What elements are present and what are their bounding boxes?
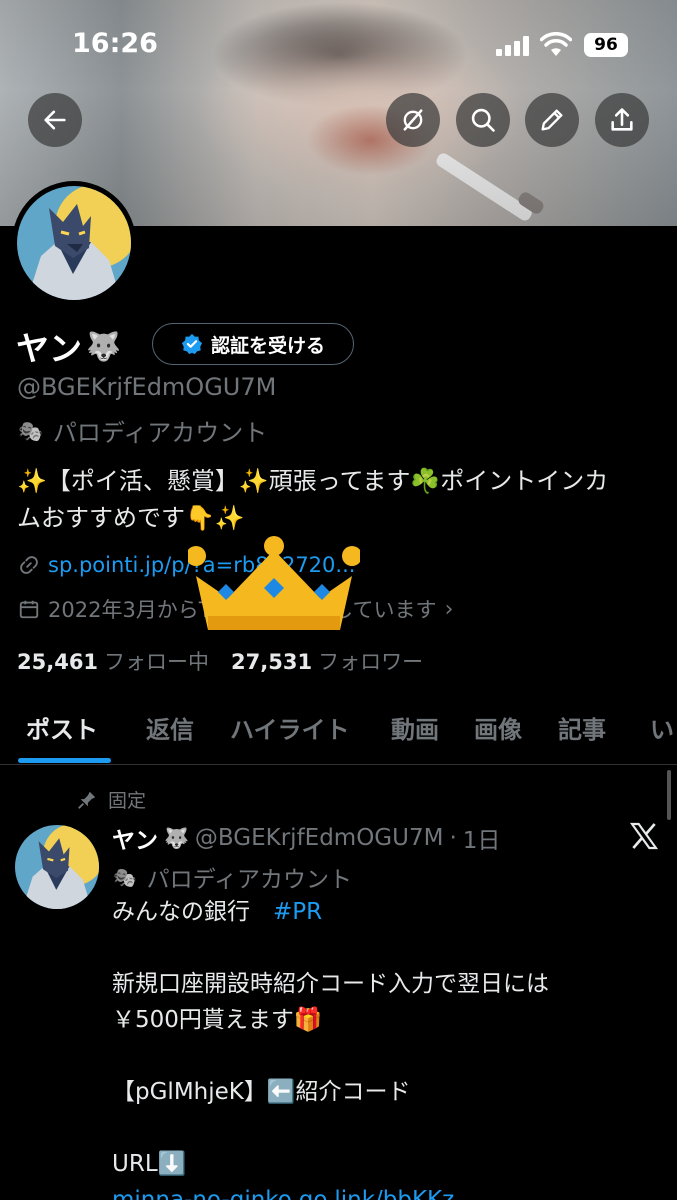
post-line-5: URL⬇️	[112, 1151, 187, 1177]
edit-button[interactable]	[525, 93, 579, 147]
crown-emoji-sticker	[188, 536, 360, 630]
tab-likes[interactable]: い	[650, 700, 674, 745]
search-button[interactable]	[456, 93, 510, 147]
profile-bio: ✨【ポイ活、懸賞】✨頑張ってます☘️ポイントインカ ムおすすめです👇✨	[17, 463, 667, 537]
post-parody-label: 🎭 パロディアカウント	[113, 860, 352, 894]
status-time: 16:26	[72, 28, 158, 59]
post-text: みんなの銀行 #PR 新規口座開設時紹介コード入力で翌日には ￥500円貰えます…	[112, 894, 667, 1200]
profile-name-text: ヤン	[16, 329, 82, 368]
tab-posts[interactable]: ポスト	[26, 700, 98, 745]
theater-masks-icon: 🎭	[18, 418, 43, 443]
arrow-left-icon	[44, 110, 66, 130]
active-tab-indicator	[18, 758, 111, 763]
parody-account-label: 🎭 パロディアカウント	[18, 413, 267, 448]
battery-indicator: 96	[584, 33, 628, 57]
tab-articles[interactable]: 記事	[558, 700, 606, 745]
parody-label-text: パロディアカウント	[52, 419, 268, 447]
pinned-indicator: 固定	[76, 786, 146, 813]
wolf-emoji: 🐺	[164, 826, 189, 850]
wolf-avatar-image	[15, 825, 99, 909]
pinned-label: 固定	[108, 790, 147, 812]
post-author-handle[interactable]: @BGEKrjfEdmOGU7M	[195, 825, 444, 851]
profile-tabs: ポスト 返信 ハイライト 動画 画像 記事 い	[0, 700, 677, 765]
calendar-icon	[19, 600, 39, 619]
post-line-2: 新規口座開設時紹介コード入力で翌日には	[112, 971, 549, 997]
post-header: ヤン 🐺 @BGEKrjfEdmOGU7M · 1日	[112, 821, 500, 855]
banner-cigarette	[434, 151, 535, 223]
followers-count: 27,531	[231, 650, 313, 674]
post-author-avatar[interactable]	[15, 825, 99, 909]
post-line-1: みんなの銀行 #PR	[112, 894, 667, 930]
cellular-signal-icon	[496, 36, 530, 56]
hashtag-link[interactable]: #PR	[273, 899, 322, 925]
tab-videos[interactable]: 動画	[391, 700, 439, 745]
share-icon	[611, 108, 633, 131]
post-author-name[interactable]: ヤン	[112, 821, 158, 855]
wifi-icon	[540, 32, 572, 56]
x-logo-icon[interactable]	[628, 820, 660, 852]
post-parody-text: パロディアカウント	[146, 867, 353, 893]
profile-avatar[interactable]	[12, 181, 136, 305]
followers-label: フォロワー	[318, 650, 424, 674]
post-link[interactable]: minna-no-ginko.go.link/bbKKz	[112, 1182, 667, 1200]
bio-line-2: ムおすすめです👇✨	[17, 504, 245, 532]
followers-link[interactable]: 27,531 フォロワー	[231, 646, 423, 676]
theater-masks-icon: 🎭	[113, 866, 137, 889]
banner-cigarette-ash	[516, 190, 546, 216]
post-url[interactable]: minna-no-ginko.go.link/bbKKz	[112, 1187, 454, 1200]
grok-icon	[403, 109, 423, 131]
follow-stats: 25,461 フォロー中 27,531 フォロワー	[17, 646, 423, 676]
profile-name: ヤン 🐺	[16, 322, 121, 370]
tab-replies[interactable]: 返信	[146, 700, 194, 745]
pin-icon	[78, 791, 96, 809]
scrollbar[interactable]	[667, 770, 671, 820]
grok-button[interactable]	[386, 93, 440, 147]
tab-images[interactable]: 画像	[474, 700, 522, 745]
edit-icon	[541, 109, 563, 131]
following-link[interactable]: 25,461 フォロー中	[17, 646, 209, 676]
chevron-right-icon: ›	[444, 596, 454, 622]
status-bar: 16:26 96	[0, 0, 677, 92]
post-line-3: ￥500円貰えます🎁	[112, 1007, 323, 1033]
post-line-1-text: みんなの銀行	[112, 899, 273, 925]
profile-handle: @BGEKrjfEdmOGU7M	[17, 373, 277, 401]
search-icon	[471, 108, 495, 132]
link-icon	[20, 556, 38, 574]
tab-highlights[interactable]: ハイライト	[230, 700, 350, 745]
following-count: 25,461	[17, 650, 99, 674]
post-time[interactable]: 1日	[463, 821, 501, 855]
following-label: フォロー中	[104, 650, 210, 674]
wolf-emoji: 🐺	[86, 329, 121, 363]
get-verified-button[interactable]: 認証を受ける	[152, 323, 354, 365]
back-button[interactable]	[28, 93, 82, 147]
share-button[interactable]	[595, 93, 649, 147]
wolf-avatar-image	[17, 186, 131, 300]
get-verified-label: 認証を受ける	[210, 334, 325, 357]
dot-separator: ·	[449, 825, 457, 851]
verified-badge-icon	[181, 333, 203, 355]
bio-line-1: ✨【ポイ活、懸賞】✨頑張ってます☘️ポイントインカ	[17, 467, 609, 495]
post-line-4: 【pGlMhjeK】⬅️紹介コード	[112, 1079, 411, 1105]
